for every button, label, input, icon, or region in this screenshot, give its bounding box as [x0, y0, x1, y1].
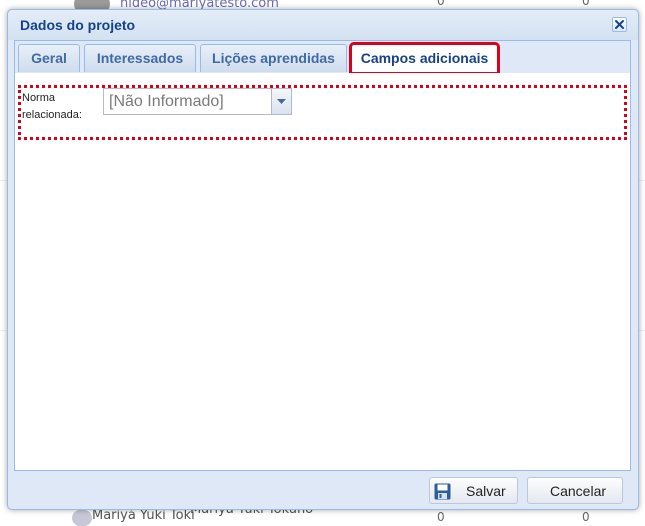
save-button-label: Salvar — [466, 483, 506, 499]
save-button[interactable]: Salvar — [429, 477, 518, 504]
floppy-disk-icon — [434, 483, 451, 503]
tab-geral[interactable]: Geral — [18, 44, 80, 72]
tab-campos-adicionais[interactable]: Campos adicionais — [349, 42, 500, 75]
dropdown-trigger[interactable] — [271, 89, 291, 114]
tab-interessados[interactable]: Interessados — [84, 44, 196, 72]
window-title: Dados do projeto — [20, 17, 136, 33]
close-button[interactable] — [612, 17, 627, 32]
cancel-button[interactable]: Cancelar — [527, 477, 623, 504]
count-cell: 0 — [437, 0, 445, 8]
norma-label-line1: Norma — [22, 92, 56, 104]
window-header[interactable]: Dados do projeto — [8, 10, 638, 40]
tab-content-campos-adicionais: Norma relacionada: [Não Informado] — [15, 73, 630, 470]
norma-relacionada-value: [Não Informado] — [109, 93, 224, 110]
tab-licoes-aprendidas[interactable]: Lições aprendidas — [200, 44, 347, 72]
user-name: Mariyá Yuki Toki — [92, 508, 195, 523]
tab-strip: Geral Interessados Lições aprendidas Cam… — [15, 41, 630, 75]
count-cell: 0 — [582, 510, 590, 524]
norma-label-line2: relacionada: — [22, 109, 82, 121]
user-avatar — [72, 510, 92, 526]
count-cell: 0 — [582, 0, 590, 8]
norma-relacionada-label: Norma relacionada: — [22, 90, 92, 124]
count-cell: 0 — [437, 510, 445, 524]
cancel-button-label: Cancelar — [550, 483, 607, 499]
tab-panel: Geral Interessados Lições aprendidas Cam… — [14, 40, 631, 471]
project-data-window: Dados do projeto Geral Interessados Liçõ… — [7, 9, 639, 510]
norma-relacionada-select[interactable]: [Não Informado] — [103, 88, 292, 115]
